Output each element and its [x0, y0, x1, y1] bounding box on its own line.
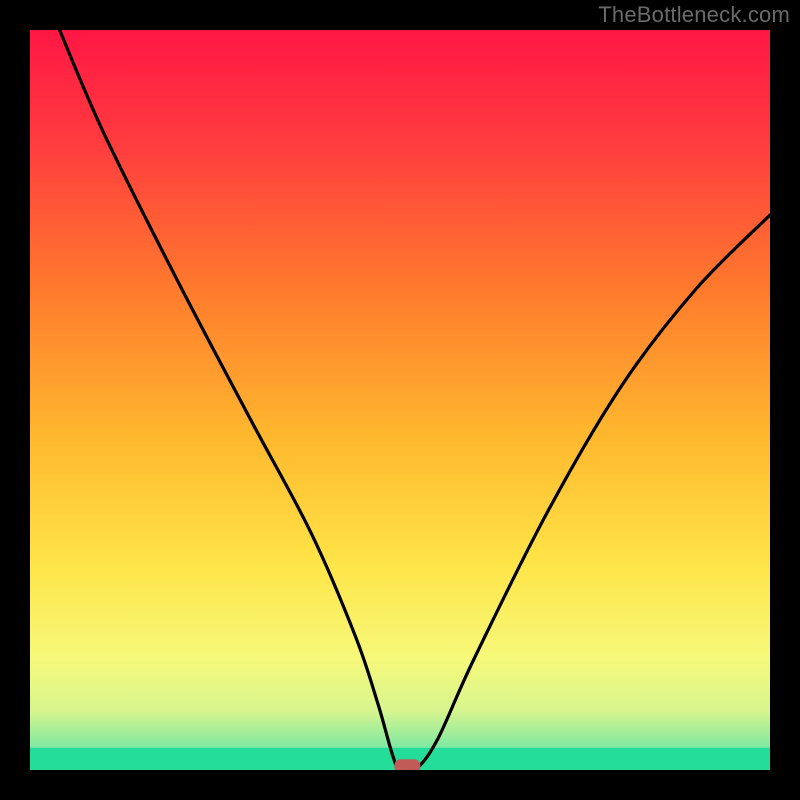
plot-area: [30, 30, 770, 770]
chart-frame: TheBottleneck.com: [0, 0, 800, 800]
gradient-background: [30, 30, 770, 770]
operating-point-marker: [394, 759, 420, 770]
bottleneck-chart: [30, 30, 770, 770]
attribution-label: TheBottleneck.com: [598, 2, 790, 28]
